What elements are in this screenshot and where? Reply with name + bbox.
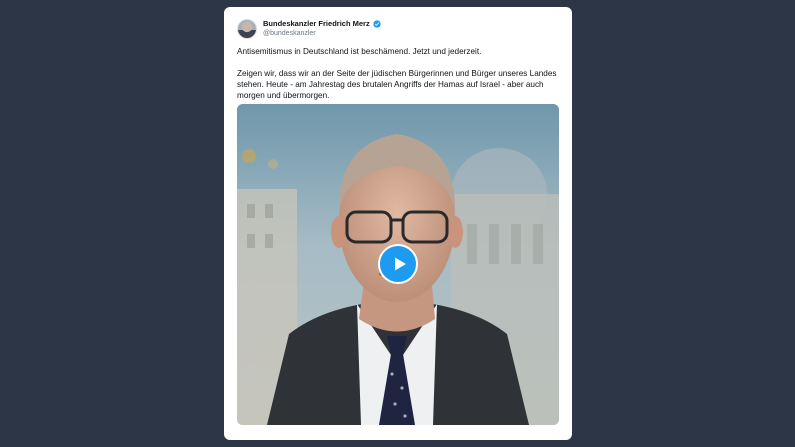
name-row: Bundeskanzler Friedrich Merz (263, 19, 381, 28)
tweet-card: Bundeskanzler Friedrich Merz @bundeskanz… (224, 7, 572, 440)
tweet-header: Bundeskanzler Friedrich Merz @bundeskanz… (237, 19, 567, 43)
verified-badge-icon (373, 19, 381, 28)
play-button[interactable] (378, 244, 418, 284)
avatar[interactable] (237, 19, 257, 39)
handle[interactable]: @bundeskanzler (263, 30, 316, 37)
tweet-text-paragraph-1: Antisemitismus in Deutschland ist beschä… (237, 47, 482, 56)
play-icon (394, 257, 406, 271)
video-player[interactable] (237, 104, 559, 425)
tweet-text-paragraph-2: Zeigen wir, dass wir an der Seite der jü… (237, 69, 557, 100)
display-name[interactable]: Bundeskanzler Friedrich Merz (263, 19, 370, 28)
